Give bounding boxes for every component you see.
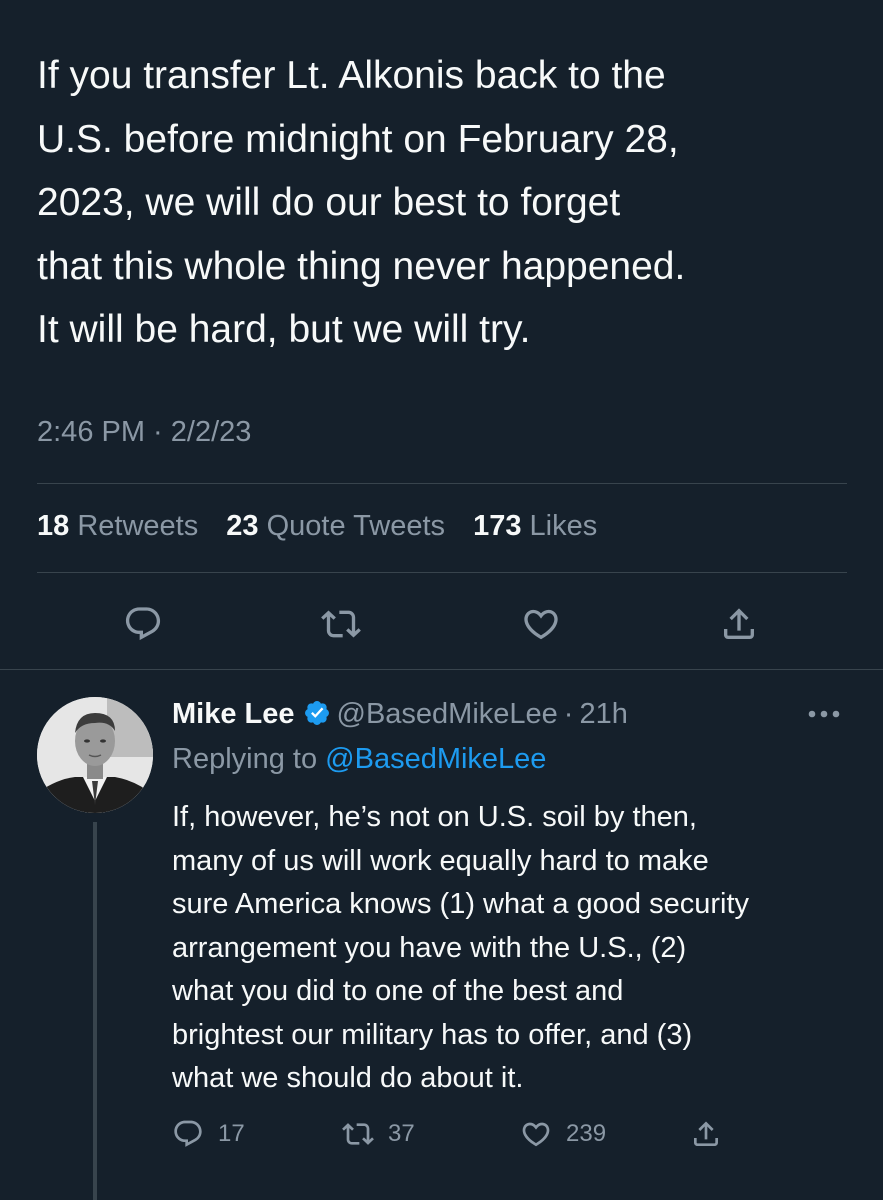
replying-to-label: Replying to	[172, 743, 318, 775]
share-icon	[694, 1121, 718, 1146]
retweets-count: 18	[37, 510, 70, 542]
tweet-text-line: U.S. before midnight on February 28,	[37, 117, 679, 161]
reply-count: 17	[218, 1120, 245, 1147]
reply-text-line: many of us will work equally hard to mak…	[172, 844, 709, 877]
like-icon[interactable]	[517, 600, 565, 648]
share-icon[interactable]	[715, 600, 763, 648]
retweets-stat[interactable]: 18 Retweets	[37, 510, 198, 542]
tweet-text-line: that this whole thing never happened.	[37, 244, 686, 288]
like-count: 239	[566, 1120, 607, 1147]
meta-separator: ·	[563, 698, 574, 730]
divider	[0, 669, 883, 670]
replying-to-handle-link[interactable]: @BasedMikeLee	[325, 743, 546, 775]
reply-author-name[interactable]: Mike Lee	[172, 698, 295, 730]
quote-tweets-label: Quote Tweets	[266, 510, 446, 542]
replying-to: Replying to @BasedMikeLee	[172, 739, 546, 779]
tweet-text: If you transfer Lt. Alkonis back to the …	[37, 44, 857, 362]
tweet-stats: 18 Retweets 23 Quote Tweets 173 Likes	[37, 510, 617, 543]
reply-author-handle[interactable]: @BasedMikeLee	[337, 698, 558, 730]
reply-text-line: If, however, he’s not on U.S. soil by th…	[172, 801, 697, 833]
thread-line	[93, 822, 97, 1200]
quote-tweets-count: 23	[226, 510, 259, 542]
reply-text-line: what we should do about it.	[172, 1062, 524, 1094]
tweet-timestamp[interactable]: 2:46 PM · 2/2/23	[37, 416, 251, 449]
share-button[interactable]	[690, 1112, 722, 1156]
reply-button[interactable]: 17	[172, 1112, 245, 1156]
retweet-icon[interactable]	[317, 600, 365, 648]
more-options-icon[interactable]	[800, 696, 848, 732]
reply-text: If, however, he’s not on U.S. soil by th…	[172, 796, 862, 1101]
retweets-label: Retweets	[77, 510, 199, 542]
reply-text-line: sure America knows (1) what a good secur…	[172, 888, 750, 920]
reply-text-line: arrangement you have with the U.S., (2)	[172, 931, 687, 964]
like-button[interactable]: 239	[520, 1112, 606, 1156]
reply-icon[interactable]	[119, 600, 167, 648]
quote-tweets-stat[interactable]: 23 Quote Tweets	[226, 510, 445, 542]
divider	[37, 483, 847, 484]
likes-label: Likes	[529, 510, 598, 542]
reply-text-line: what you did to one of the best and	[172, 975, 624, 1007]
reply-icon	[174, 1120, 202, 1147]
avatar[interactable]	[37, 697, 153, 813]
verified-badge-icon	[304, 701, 329, 725]
reply-text-line: brightest our military has to offer, and…	[172, 1018, 693, 1051]
tweet-action-bar	[37, 592, 847, 656]
reply-header: Mike Lee @BasedMikeLee · 21h	[172, 694, 628, 734]
likes-count: 173	[473, 510, 522, 542]
tweet-text-line: It will be hard, but we will try.	[37, 308, 531, 351]
reply-action-bar: 17 37 239	[172, 1112, 852, 1156]
retweet-button[interactable]: 37	[342, 1112, 415, 1156]
retweet-count: 37	[388, 1120, 415, 1147]
tweet-text-line: If you transfer Lt. Alkonis back to the	[37, 54, 666, 97]
retweet-icon	[342, 1123, 374, 1145]
divider	[37, 572, 847, 573]
likes-stat[interactable]: 173 Likes	[473, 510, 597, 542]
like-icon	[522, 1122, 550, 1147]
reply-time[interactable]: 21h	[579, 698, 627, 730]
tweet-text-line: 2023, we will do our best to forget	[37, 181, 621, 224]
